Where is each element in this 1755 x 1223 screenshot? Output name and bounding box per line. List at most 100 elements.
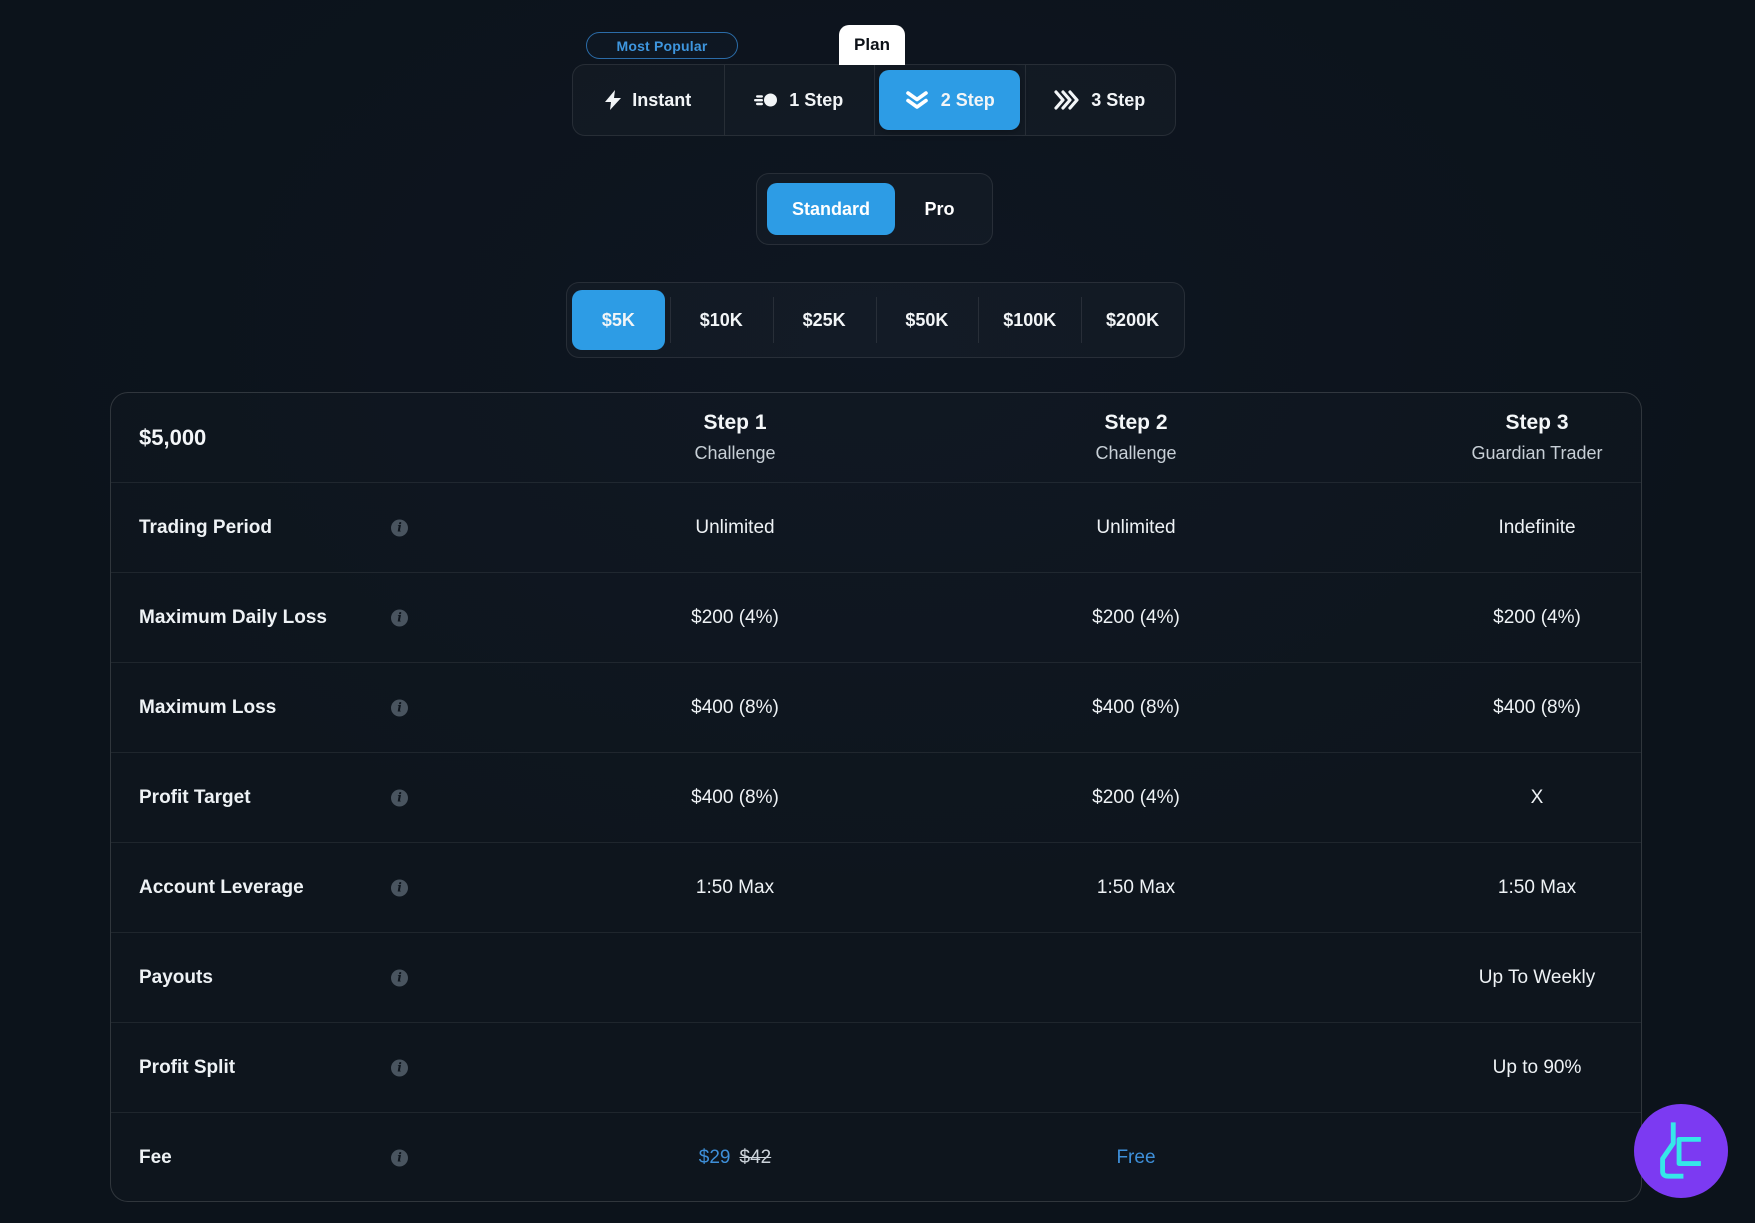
account-size-selector: $5K $10K $25K $50K $100K $200K — [566, 282, 1185, 358]
cell-value: Indefinite — [1431, 517, 1643, 539]
row-label-text: Fee — [139, 1147, 172, 1169]
cell-value: 1:50 Max — [1030, 877, 1242, 899]
row-label-text: Payouts — [139, 967, 213, 989]
column-title: Step 2 — [1104, 411, 1167, 435]
row-label: Maximum Daily Loss — [111, 573, 440, 662]
row-label: Profit Split — [111, 1023, 440, 1112]
divider — [978, 297, 979, 343]
cell-value: $200 (4%) — [629, 607, 841, 629]
cell-value: $200 (4%) — [1030, 787, 1242, 809]
cell-value: $200 (4%) — [1431, 607, 1643, 629]
most-popular-badge: Most Popular — [586, 32, 738, 59]
double-chevron-down-icon — [904, 90, 930, 110]
column-title: Step 1 — [703, 411, 766, 435]
column-header-step1: Step 1 Challenge — [629, 411, 841, 464]
plan-option-label: Instant — [632, 90, 691, 111]
divider — [876, 297, 877, 343]
fee-original-price: $42 — [740, 1147, 772, 1168]
plan-option-label: 3 Step — [1091, 90, 1145, 111]
cell-value: 1:50 Max — [629, 877, 841, 899]
size-option-5k[interactable]: $5K — [572, 290, 665, 350]
fee-current-price: $29 — [699, 1147, 731, 1168]
size-option-25k[interactable]: $25K — [773, 283, 876, 357]
plan-option-label: 2 Step — [941, 90, 995, 111]
cell-value: $400 (8%) — [629, 787, 841, 809]
cell-value: Up to 90% — [1431, 1057, 1643, 1079]
row-label-text: Maximum Daily Loss — [139, 607, 327, 629]
row-label-text: Maximum Loss — [139, 697, 276, 719]
info-icon[interactable] — [391, 519, 408, 536]
fee-step2-cell: Free — [1030, 1147, 1242, 1169]
table-row-profit-split: Profit Split Up to 90% — [111, 1023, 1641, 1113]
info-icon[interactable] — [391, 1149, 408, 1166]
column-title: Step 3 — [1505, 411, 1568, 435]
column-subtitle: Challenge — [694, 443, 775, 464]
column-header-step3: Step 3 Guardian Trader — [1431, 411, 1643, 464]
divider — [1025, 65, 1026, 135]
plan-option-instant[interactable]: Instant — [573, 65, 724, 135]
plan-option-3step[interactable]: 3 Step — [1025, 65, 1176, 135]
row-label: Profit Target — [111, 753, 440, 842]
size-option-50k[interactable]: $50K — [876, 283, 979, 357]
table-header-row: $5,000 Step 1 Challenge Step 2 Challenge… — [111, 393, 1641, 483]
plan-selector: Instant 1 Step 2 Step — [572, 64, 1176, 136]
divider — [670, 297, 671, 343]
row-label: Trading Period — [111, 483, 440, 572]
row-label: Fee — [111, 1113, 440, 1202]
cell-value: $400 (8%) — [629, 697, 841, 719]
row-label: Account Leverage — [111, 843, 440, 932]
tier-toggle: Standard Pro — [756, 173, 993, 245]
table-row-max-loss: Maximum Loss $400 (8%) $400 (8%) $400 (8… — [111, 663, 1641, 753]
divider — [724, 65, 725, 135]
tier-option-pro[interactable]: Pro — [895, 183, 984, 235]
brand-logo-icon — [1655, 1120, 1707, 1182]
table-row-payouts: Payouts Up To Weekly — [111, 933, 1641, 1023]
size-option-100k[interactable]: $100K — [978, 283, 1081, 357]
brand-logo[interactable] — [1634, 1104, 1728, 1198]
info-icon[interactable] — [391, 789, 408, 806]
cell-value: $200 (4%) — [1030, 607, 1242, 629]
table-row-max-daily-loss: Maximum Daily Loss $200 (4%) $200 (4%) $… — [111, 573, 1641, 663]
table-row-account-leverage: Account Leverage 1:50 Max 1:50 Max 1:50 … — [111, 843, 1641, 933]
cell-value: $400 (8%) — [1030, 697, 1242, 719]
row-label: Maximum Loss — [111, 663, 440, 752]
cell-value: Up To Weekly — [1431, 967, 1643, 989]
triple-chevron-right-icon — [1054, 90, 1080, 110]
comet-icon — [754, 92, 778, 108]
row-label-text: Trading Period — [139, 517, 272, 539]
plan-comparison-table: $5,000 Step 1 Challenge Step 2 Challenge… — [110, 392, 1642, 1202]
plan-option-1step[interactable]: 1 Step — [724, 65, 875, 135]
size-option-10k[interactable]: $10K — [670, 283, 773, 357]
table-row-profit-target: Profit Target $400 (8%) $200 (4%) X — [111, 753, 1641, 843]
info-icon[interactable] — [391, 1059, 408, 1076]
cell-value: Unlimited — [1030, 517, 1242, 539]
cell-value: X — [1431, 787, 1643, 809]
cell-value: $400 (8%) — [1431, 697, 1643, 719]
divider — [874, 65, 875, 135]
row-label: Payouts — [111, 933, 440, 1022]
divider — [1081, 297, 1082, 343]
fee-step1-cell: $29 $42 — [629, 1147, 841, 1169]
row-label-text: Account Leverage — [139, 877, 304, 899]
table-row-fee: Fee $29 $42 Free — [111, 1113, 1641, 1202]
info-icon[interactable] — [391, 699, 408, 716]
info-icon[interactable] — [391, 609, 408, 626]
lightning-icon — [605, 90, 621, 110]
table-row-trading-period: Trading Period Unlimited Unlimited Indef… — [111, 483, 1641, 573]
cell-value: 1:50 Max — [1431, 877, 1643, 899]
size-option-200k[interactable]: $200K — [1081, 283, 1184, 357]
plan-option-2step[interactable]: 2 Step — [879, 70, 1020, 130]
plan-option-label: 1 Step — [789, 90, 843, 111]
row-label-text: Profit Target — [139, 787, 251, 809]
cell-value: Unlimited — [629, 517, 841, 539]
info-icon[interactable] — [391, 879, 408, 896]
column-header-step2: Step 2 Challenge — [1030, 411, 1242, 464]
account-balance-label: $5,000 — [111, 425, 440, 451]
column-subtitle: Challenge — [1095, 443, 1176, 464]
tier-option-standard[interactable]: Standard — [767, 183, 895, 235]
row-label-text: Profit Split — [139, 1057, 235, 1079]
info-icon[interactable] — [391, 969, 408, 986]
plan-tab[interactable]: Plan — [839, 25, 905, 65]
divider — [773, 297, 774, 343]
column-subtitle: Guardian Trader — [1471, 443, 1602, 464]
